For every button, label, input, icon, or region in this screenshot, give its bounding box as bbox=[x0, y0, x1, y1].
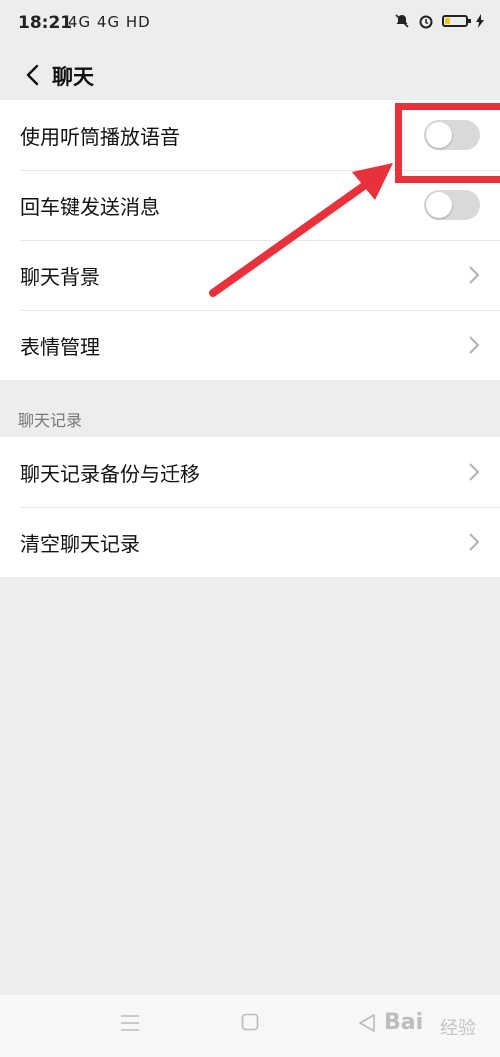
highlight-box-annotation bbox=[395, 103, 500, 183]
header: 聊天 bbox=[0, 50, 500, 100]
status-icons bbox=[394, 13, 484, 29]
signal-indicator: 4G 4G HD bbox=[68, 13, 151, 31]
enter-send-toggle[interactable] bbox=[424, 190, 480, 220]
system-nav-bar bbox=[0, 995, 500, 1057]
back-triangle-icon[interactable] bbox=[358, 1013, 376, 1033]
sticker-management-row[interactable]: 表情管理 bbox=[0, 310, 500, 380]
status-bar: 18:21 4G 4G HD bbox=[0, 0, 500, 50]
sticker-management-label: 表情管理 bbox=[20, 334, 100, 359]
chat-history-group: 聊天记录备份与迁移 清空聊天记录 bbox=[0, 437, 500, 577]
backup-migrate-label: 聊天记录备份与迁移 bbox=[20, 461, 200, 486]
charging-icon bbox=[476, 14, 484, 28]
clear-history-row[interactable]: 清空聊天记录 bbox=[0, 507, 500, 577]
mute-bell-icon bbox=[395, 14, 409, 28]
chat-background-row[interactable]: 聊天背景 bbox=[0, 240, 500, 310]
status-time: 18:21 bbox=[18, 13, 73, 33]
clear-history-label: 清空聊天记录 bbox=[20, 531, 140, 556]
watermark-brand: Bai bbox=[384, 1010, 424, 1035]
chevron-right-icon bbox=[469, 463, 480, 481]
alarm-icon bbox=[419, 15, 433, 29]
backup-migrate-row[interactable]: 聊天记录备份与迁移 bbox=[0, 437, 500, 507]
chevron-right-icon bbox=[469, 533, 480, 551]
chevron-right-icon bbox=[469, 336, 480, 354]
menu-icon[interactable] bbox=[120, 1013, 140, 1033]
page-title: 聊天 bbox=[52, 65, 94, 89]
chat-background-label: 聊天背景 bbox=[20, 264, 100, 289]
home-icon[interactable] bbox=[241, 1013, 259, 1031]
toggle-knob bbox=[426, 192, 452, 218]
enter-send-label: 回车键发送消息 bbox=[20, 194, 160, 219]
earpiece-voice-label: 使用听筒播放语音 bbox=[20, 124, 180, 149]
section-title-chat-history: 聊天记录 bbox=[18, 411, 83, 430]
battery-icon bbox=[442, 15, 471, 27]
back-arrow-icon[interactable] bbox=[21, 62, 47, 88]
watermark-suffix: 经验 bbox=[440, 1018, 476, 1039]
chevron-right-icon bbox=[469, 266, 480, 284]
